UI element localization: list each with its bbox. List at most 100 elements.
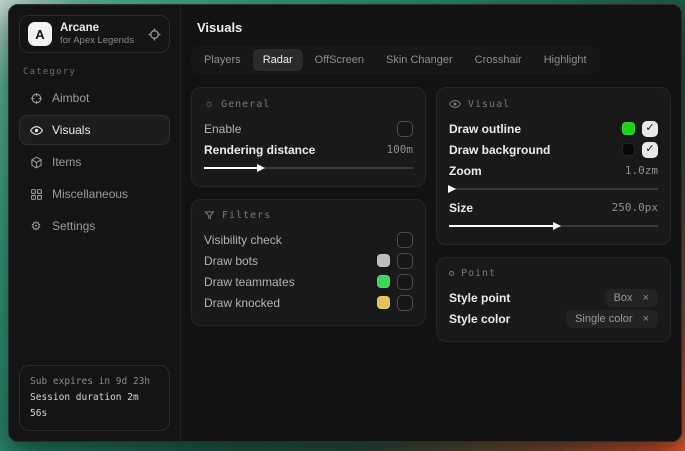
sub-expires-text: Sub expires in 9d 23h	[30, 374, 159, 390]
visibility-check-row: Visibility check ✓	[204, 229, 413, 250]
draw-background-checkbox[interactable]: ✓	[642, 142, 658, 158]
zoom-slider[interactable]	[449, 184, 658, 193]
check-icon: ✓	[645, 144, 654, 155]
app-logo: A	[28, 22, 52, 46]
draw-outline-color-swatch[interactable]	[622, 122, 635, 135]
style-point-row: Style point Box ×	[449, 287, 658, 308]
draw-background-label: Draw background	[449, 143, 550, 157]
tab-radar[interactable]: Radar	[253, 49, 303, 71]
rendering-distance-row: Rendering distance 100m	[204, 139, 413, 160]
visibility-check-checkbox[interactable]: ✓	[397, 232, 413, 248]
funnel-icon	[204, 210, 215, 221]
draw-knocked-color-swatch[interactable]	[377, 296, 390, 309]
card-title: Visual	[468, 99, 510, 110]
check-icon: ✓	[645, 123, 654, 134]
rendering-distance-slider[interactable]	[204, 163, 413, 172]
draw-bots-row: Draw bots ✓	[204, 250, 413, 271]
slider-thumb-icon[interactable]	[553, 222, 561, 230]
draw-teammates-checkbox[interactable]: ✓	[397, 274, 413, 290]
zoom-label: Zoom	[449, 164, 482, 178]
main-panel: Visuals Players Radar OffScreen Skin Cha…	[181, 5, 681, 441]
sun-gear-icon: ☼	[204, 98, 214, 110]
zoom-value: 1.0zm	[625, 164, 658, 177]
tab-highlight[interactable]: Highlight	[534, 49, 597, 71]
size-row: Size 250.0px	[449, 197, 658, 218]
subscription-info-card: Sub expires in 9d 23h Session duration 2…	[19, 365, 170, 431]
filters-card-header: Filters	[204, 210, 413, 221]
tab-bar: Players Radar OffScreen Skin Changer Cro…	[191, 46, 600, 74]
tab-crosshair[interactable]: Crosshair	[465, 49, 532, 71]
sidebar-item-label: Miscellaneous	[52, 187, 128, 201]
general-card-header: ☼ General	[204, 98, 413, 110]
draw-knocked-row: Draw knocked ✓	[204, 292, 413, 313]
card-title: Point	[461, 268, 496, 279]
eye-icon	[449, 98, 461, 110]
style-color-select[interactable]: Single color ×	[566, 310, 658, 328]
close-icon[interactable]: ×	[643, 313, 649, 325]
app-window: A Arcane for Apex Legends Category Aimbo…	[8, 4, 682, 442]
sidebar-item-label: Settings	[52, 219, 95, 233]
tab-skin-changer[interactable]: Skin Changer	[376, 49, 463, 71]
slider-thumb-icon[interactable]	[448, 185, 456, 193]
visibility-check-label: Visibility check	[204, 233, 282, 247]
main-header: Visuals	[181, 5, 681, 46]
size-value: 250.0px	[612, 201, 658, 214]
crosshair-icon[interactable]	[148, 28, 161, 41]
draw-teammates-row: Draw teammates ✓	[204, 271, 413, 292]
enable-label: Enable	[204, 122, 241, 136]
visual-card-header: Visual	[449, 98, 658, 110]
card-title: Filters	[222, 210, 271, 221]
eye-icon	[29, 124, 43, 137]
session-duration-text: Session duration 2m 56s	[30, 390, 159, 422]
sidebar-item-visuals[interactable]: Visuals	[19, 115, 170, 145]
grid-icon	[29, 188, 43, 201]
point-card-header: Point	[449, 268, 658, 279]
tab-players[interactable]: Players	[194, 49, 251, 71]
page-title: Visuals	[197, 20, 242, 35]
size-slider[interactable]	[449, 221, 658, 230]
visual-card: Visual Draw outline ✓ Draw background	[436, 87, 671, 245]
sidebar-item-aimbot[interactable]: Aimbot	[19, 83, 170, 113]
draw-outline-label: Draw outline	[449, 122, 521, 136]
cube-icon	[29, 156, 43, 169]
sidebar-item-settings[interactable]: ⚙ Settings	[19, 211, 170, 241]
filters-card: Filters Visibility check ✓ Draw bots ✓	[191, 199, 426, 326]
rendering-distance-label: Rendering distance	[204, 143, 315, 157]
app-name: Arcane	[60, 21, 134, 35]
left-column: ☼ General Enable ✓ Rendering distance 10…	[191, 87, 426, 326]
style-color-value: Single color	[575, 313, 632, 325]
app-titles: Arcane for Apex Legends	[60, 21, 134, 47]
app-header-card: A Arcane for Apex Legends	[19, 15, 170, 53]
sidebar-item-miscellaneous[interactable]: Miscellaneous	[19, 179, 170, 209]
style-point-select[interactable]: Box ×	[605, 289, 658, 307]
sidebar-item-label: Aimbot	[52, 91, 89, 105]
draw-bots-checkbox[interactable]: ✓	[397, 253, 413, 269]
general-card: ☼ General Enable ✓ Rendering distance 10…	[191, 87, 426, 187]
right-column: Visual Draw outline ✓ Draw background	[436, 87, 671, 342]
enable-checkbox[interactable]: ✓	[397, 121, 413, 137]
draw-bots-color-swatch[interactable]	[377, 254, 390, 267]
close-icon[interactable]: ×	[643, 292, 649, 304]
draw-teammates-color-swatch[interactable]	[377, 275, 390, 288]
zoom-row: Zoom 1.0zm	[449, 160, 658, 181]
tab-offscreen[interactable]: OffScreen	[305, 49, 374, 71]
draw-bots-label: Draw bots	[204, 254, 258, 268]
slider-thumb-icon[interactable]	[257, 164, 265, 172]
style-color-label: Style color	[449, 312, 510, 326]
category-label: Category	[23, 67, 166, 77]
draw-knocked-checkbox[interactable]: ✓	[397, 295, 413, 311]
enable-row: Enable ✓	[204, 118, 413, 139]
sidebar-item-label: Items	[52, 155, 81, 169]
point-dot-icon	[449, 271, 454, 276]
sidebar: A Arcane for Apex Legends Category Aimbo…	[9, 5, 181, 441]
draw-background-color-swatch[interactable]	[622, 143, 635, 156]
draw-teammates-label: Draw teammates	[204, 275, 295, 289]
app-subtitle: for Apex Legends	[60, 35, 134, 47]
point-card: Point Style point Box × Style color Sing…	[436, 257, 671, 342]
style-point-value: Box	[614, 292, 633, 304]
draw-outline-checkbox[interactable]: ✓	[642, 121, 658, 137]
sidebar-item-items[interactable]: Items	[19, 147, 170, 177]
card-title: General	[221, 99, 270, 110]
style-point-label: Style point	[449, 291, 510, 305]
draw-background-row: Draw background ✓	[449, 139, 658, 160]
